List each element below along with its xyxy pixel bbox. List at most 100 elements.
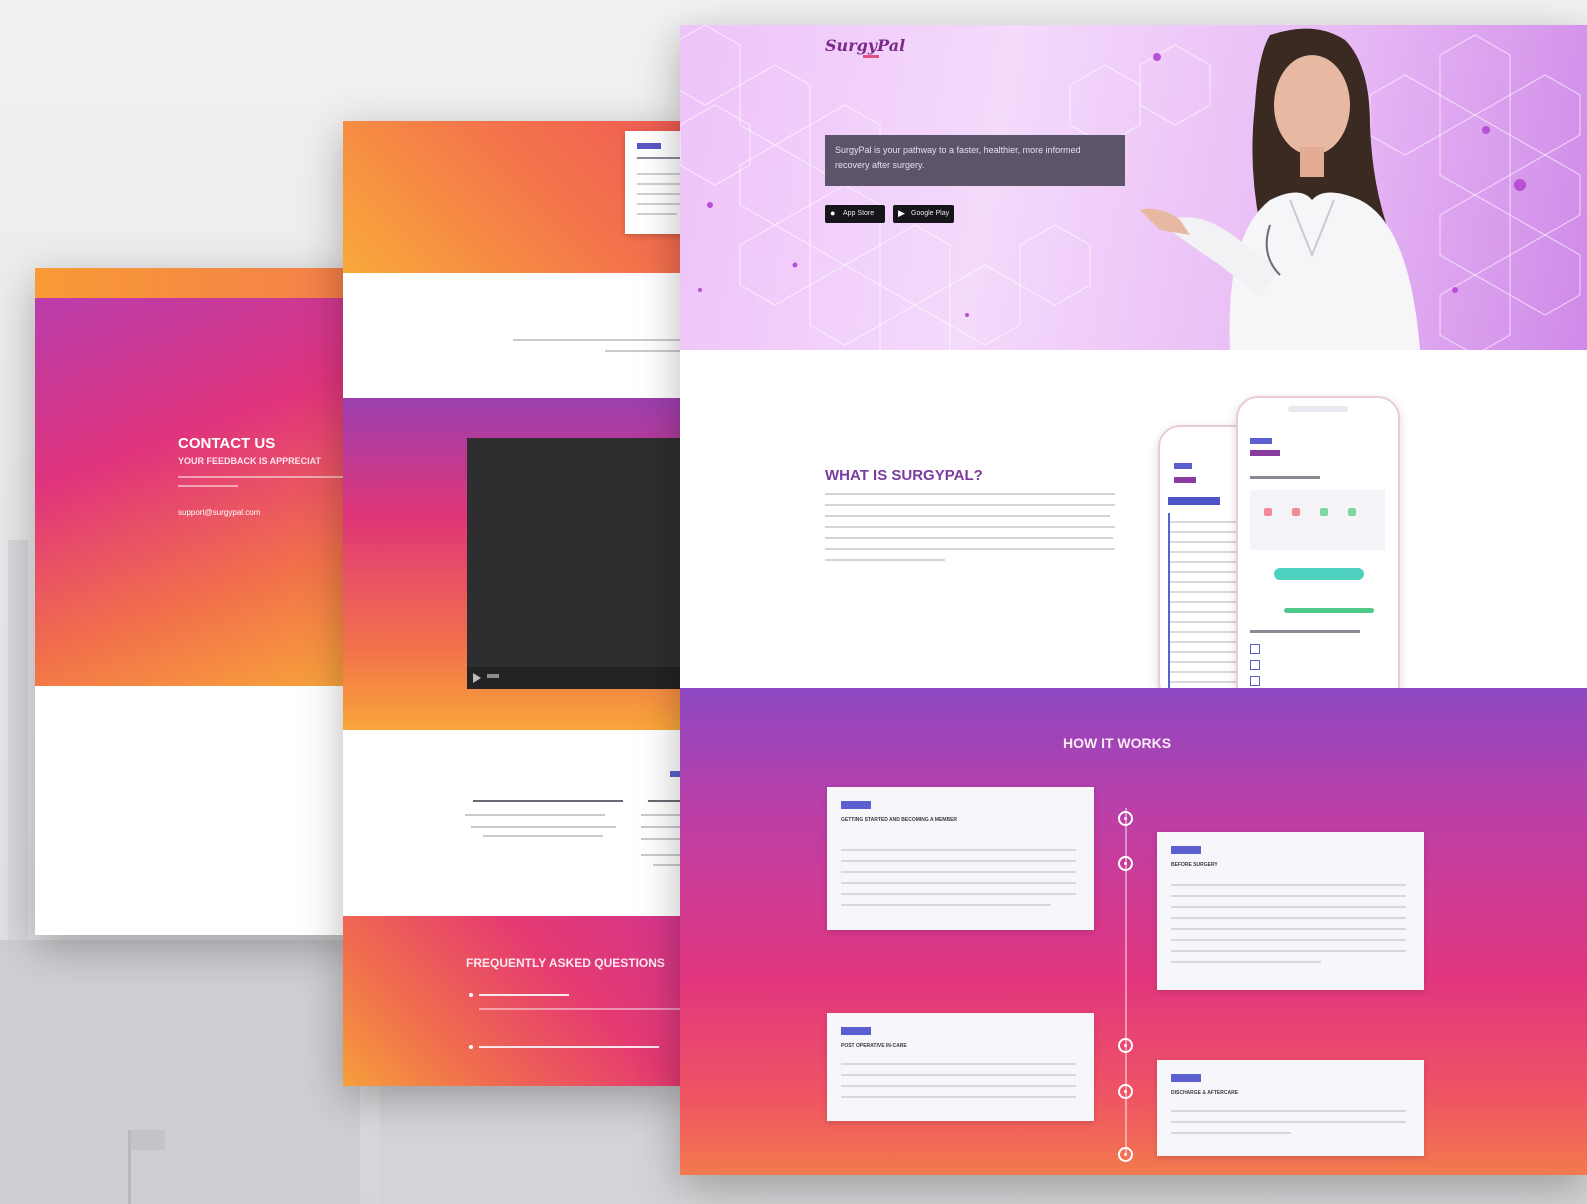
- faq-answer-line: [479, 1008, 688, 1010]
- faq-section: FREQUENTLY ASKED QUESTIONS: [343, 916, 688, 1086]
- card-text-line: [637, 213, 677, 215]
- timeline-dot: [1118, 1038, 1133, 1053]
- play-icon[interactable]: [473, 673, 481, 683]
- faq-question[interactable]: [479, 1046, 659, 1048]
- step-text-line: [1171, 961, 1321, 963]
- step-text-line: [1171, 1110, 1406, 1112]
- contact-page-preview: CONTACT US YOUR FEEDBACK IS APPRECIAT su…: [35, 268, 355, 935]
- step-card: GETTING STARTED AND BECOMING A MEMBER: [827, 787, 1094, 930]
- step-text-line: [841, 871, 1076, 873]
- timeline-dot: [1118, 811, 1133, 826]
- feature-text-line: [483, 835, 603, 837]
- description-line: [825, 548, 1115, 550]
- step-text-line: [1171, 950, 1406, 952]
- step-badge: [841, 801, 871, 809]
- google-play-label: Google Play: [911, 210, 950, 217]
- app-store-button[interactable]: ● App Store: [825, 205, 885, 223]
- faq-title: FREQUENTLY ASKED QUESTIONS: [466, 956, 665, 970]
- step-text-line: [1171, 895, 1406, 897]
- step-text-line: [1171, 928, 1406, 930]
- step-card: BEFORE SURGERY: [1157, 832, 1424, 990]
- features-section: [343, 730, 688, 916]
- timeline-dot: [1118, 1147, 1133, 1162]
- step-card: POST OPERATIVE IN-CARE: [827, 1013, 1094, 1121]
- step-text-line: [841, 1096, 1076, 1098]
- feature-title-line: [473, 800, 623, 802]
- faq-question[interactable]: [479, 994, 569, 996]
- step-text-line: [841, 882, 1076, 884]
- feature-text-line: [653, 864, 683, 866]
- background-flag: [131, 1130, 165, 1150]
- how-it-works-title: HOW IT WORKS: [1063, 735, 1172, 751]
- surgypal-logo[interactable]: SurgyPal: [825, 36, 905, 55]
- logo-underline: [863, 55, 879, 58]
- contact-subtitle: YOUR FEEDBACK IS APPRECIAT: [178, 456, 322, 466]
- google-play-button[interactable]: ▶ Google Play: [893, 205, 954, 223]
- features-hero: [343, 121, 688, 273]
- intro-text-line: [513, 339, 688, 341]
- info-card: [625, 131, 688, 234]
- feature-text-line: [465, 814, 605, 816]
- doctor-photo: [1140, 28, 1420, 350]
- step-text-line: [841, 860, 1076, 862]
- card-text-line: [637, 157, 681, 159]
- description-line: [825, 515, 1110, 517]
- step-text-line: [841, 893, 1076, 895]
- faq-bullet: [469, 1045, 473, 1049]
- step-title: GETTING STARTED AND BECOMING A MEMBER: [841, 817, 958, 823]
- contact-email-link[interactable]: support@surgypal.com: [178, 508, 260, 517]
- contact-title: CONTACT US: [178, 435, 276, 452]
- hero-tagline: SurgyPal is your pathway to a faster, he…: [825, 135, 1125, 186]
- intro-text-line: [605, 350, 688, 352]
- video-controls: [467, 667, 688, 689]
- step-text-line: [1171, 917, 1406, 919]
- step-text-line: [841, 1085, 1076, 1087]
- description-line: [825, 493, 1115, 495]
- landing-page-preview: SurgyPal SurgyPal is your pathway to a f…: [680, 25, 1587, 1175]
- step-text-line: [1171, 939, 1406, 941]
- contact-text-line: [178, 485, 238, 487]
- video-player[interactable]: [467, 438, 688, 689]
- contact-header-strip: [35, 268, 355, 298]
- video-time: [487, 674, 499, 678]
- timeline-dot: [1118, 1084, 1133, 1099]
- step-badge: [841, 1027, 871, 1035]
- feature-text-line: [471, 826, 616, 828]
- step-text-line: [1171, 884, 1406, 886]
- step-text-line: [1171, 906, 1406, 908]
- app-store-label: App Store: [843, 210, 875, 217]
- step-title: BEFORE SURGERY: [1171, 862, 1218, 868]
- card-text-line: [637, 183, 685, 185]
- card-text-line: [637, 173, 685, 175]
- how-it-works-section: HOW IT WORKS GETTING STARTED AND BECOMIN…: [680, 688, 1587, 1175]
- background-building: [380, 1080, 680, 1204]
- description-line: [825, 537, 1113, 539]
- background-building: [0, 940, 360, 1204]
- card-text-line: [637, 193, 685, 195]
- video-section: [343, 398, 688, 730]
- contact-text-line: [178, 476, 348, 478]
- step-text-line: [841, 849, 1076, 851]
- step-title: DISCHARGE & AFTERCARE: [1171, 1090, 1239, 1096]
- step-badge: [1171, 1074, 1201, 1082]
- phone-mockup-front: [1236, 396, 1400, 710]
- step-text-line: [1171, 1132, 1291, 1134]
- play-store-icon: ▶: [898, 208, 905, 218]
- background-building: [8, 540, 28, 940]
- description-line: [825, 504, 1115, 506]
- description-line: [825, 559, 945, 561]
- faq-bullet: [469, 993, 473, 997]
- what-is-description: [825, 493, 1115, 570]
- description-line: [825, 526, 1115, 528]
- hero-section: SurgyPal SurgyPal is your pathway to a f…: [680, 25, 1587, 350]
- what-is-title: WHAT IS SURGYPAL?: [825, 467, 983, 484]
- step-text-line: [841, 904, 1051, 906]
- step-text-line: [841, 1074, 1076, 1076]
- step-text-line: [841, 1063, 1076, 1065]
- step-badge: [1171, 846, 1201, 854]
- step-title: POST OPERATIVE IN-CARE: [841, 1043, 907, 1049]
- contact-section: CONTACT US YOUR FEEDBACK IS APPRECIAT su…: [35, 298, 355, 686]
- step-text-line: [1171, 1121, 1406, 1123]
- intro-section: [343, 273, 688, 398]
- card-text-line: [637, 203, 685, 205]
